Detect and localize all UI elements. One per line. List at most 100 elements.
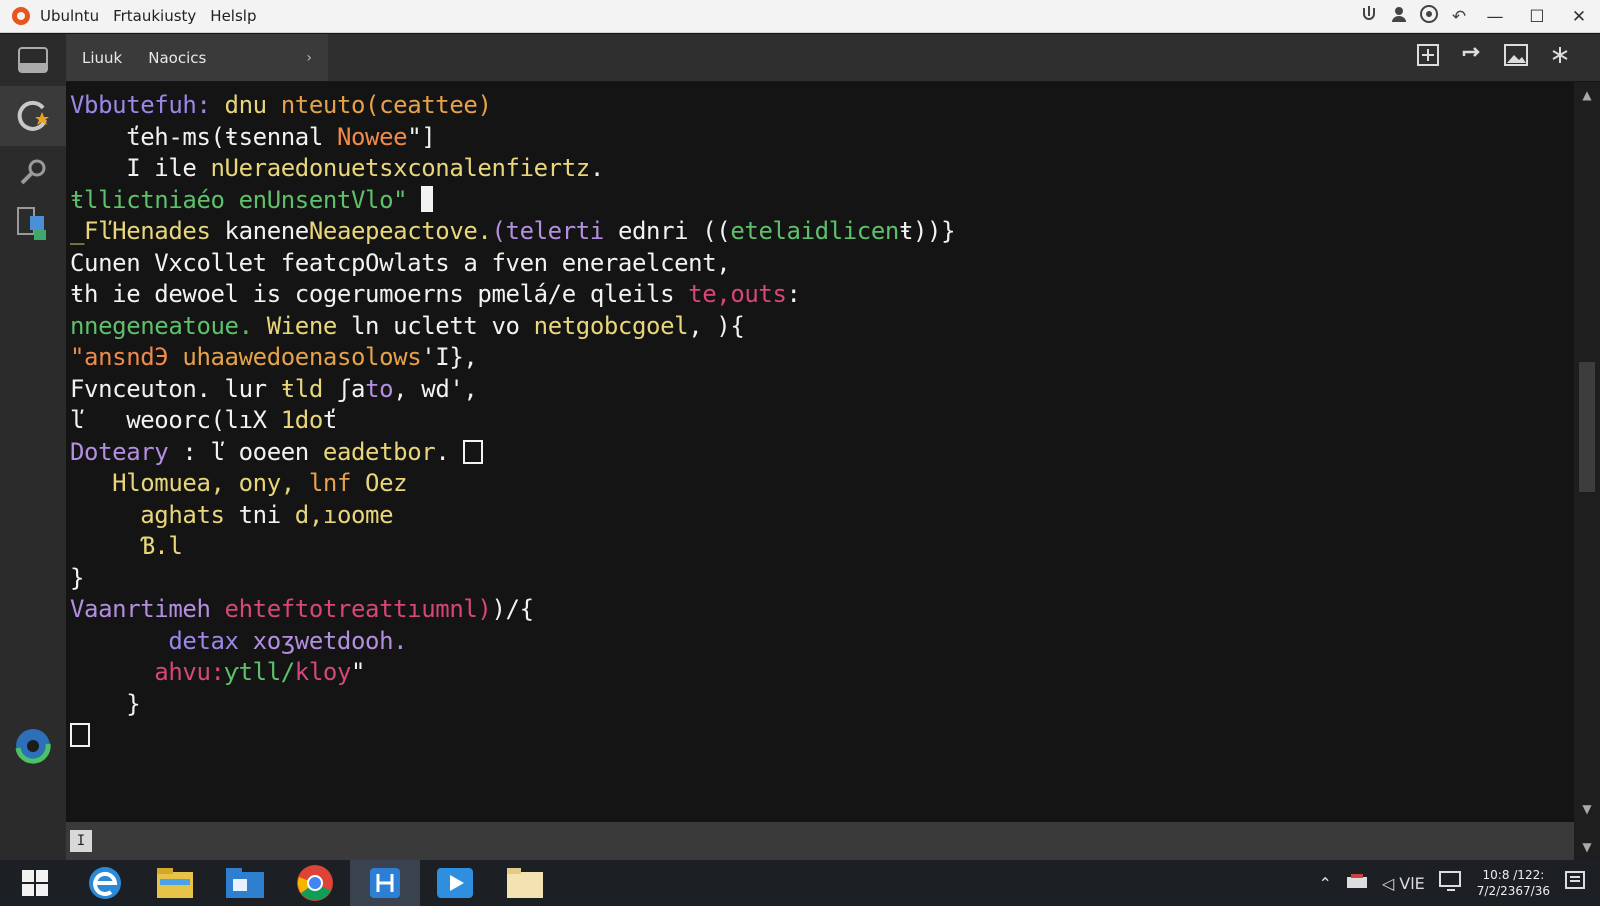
code-token: d,ıoome (280, 500, 394, 529)
windows-start-icon[interactable] (0, 860, 70, 906)
text-cursor-indicator: I (70, 830, 92, 852)
scroll-down-icon[interactable]: ▼ (1574, 802, 1600, 816)
code-token: Vaanrtimeh (70, 595, 225, 623)
file-explorer-icon[interactable] (140, 860, 210, 906)
code-line: ŧh ie dewoel is cogerumoerns pmelá/e qle… (70, 279, 955, 311)
code-token: " (351, 658, 366, 686)
scroll-up-icon[interactable]: ▲ (1574, 88, 1600, 102)
code-token: ľ weoorc(lıX (70, 406, 281, 434)
code-line: } (70, 689, 955, 721)
code-line: } (70, 563, 955, 595)
code-line: I ile nUeraedonuetsxconalenfiertz. (70, 153, 955, 185)
code-token: I ile (70, 154, 211, 182)
placeholder-square (463, 439, 484, 464)
chrome-icon[interactable] (280, 860, 350, 906)
code-token: , wd', (393, 374, 478, 403)
pin-icon[interactable] (1538, 45, 1582, 70)
title-bar: Ubulntu Frtaukiusty Helslp ↶ — ☐ ✕ (0, 0, 1600, 33)
vertical-scrollbar[interactable]: ▲ ▼ ▼ (1574, 82, 1600, 860)
code-line: nnegeneatoue. Wiene ln uclett vo netgobc… (70, 311, 955, 343)
activity-extensions[interactable] (0, 198, 66, 250)
menu-item-ubuntu[interactable]: Ubulntu (40, 7, 99, 25)
user-icon[interactable] (1384, 5, 1414, 28)
activity-source-control[interactable] (0, 86, 66, 146)
activity-explorer[interactable] (0, 34, 66, 86)
code-token: Fvnceuton. lur (70, 374, 281, 403)
code-token: ŧld (280, 374, 337, 403)
code-line (70, 720, 955, 752)
undo-icon[interactable]: ↶ (1444, 7, 1474, 27)
activity-search[interactable] (0, 146, 66, 198)
split-icon[interactable] (1406, 44, 1450, 71)
media-player-icon[interactable] (420, 860, 490, 906)
scrollbar-thumb[interactable] (1579, 362, 1595, 492)
minimize-icon[interactable]: — (1474, 7, 1516, 27)
tab-label-notices: Naocics (148, 48, 207, 67)
edge-browser-icon[interactable] (70, 860, 140, 906)
code-token: (telerti (491, 217, 618, 245)
menu-item-help[interactable]: Helslp (210, 7, 256, 25)
code-token: _FľHenades (70, 217, 225, 245)
code-editor[interactable]: Vbbutefuh: dnu nteuto(ceattee) ťeh-ms(ŧs… (66, 82, 1574, 822)
code-line: aghats tni d,ıoome (70, 500, 955, 532)
wrench-icon (20, 159, 46, 185)
code-line: ťeh-ms(ŧsennal Nowee"] (70, 122, 955, 154)
tab-bar: Liuuk Naocics › (66, 34, 1600, 81)
refresh-icon[interactable] (1450, 44, 1494, 71)
terminal-input-bar[interactable]: I (66, 822, 1574, 860)
code-line: Doteary : ľ ooeen eadetbor. (70, 437, 955, 469)
extensions-icon (17, 207, 46, 240)
code-token: detax (70, 626, 253, 655)
network-icon[interactable] (1346, 873, 1368, 893)
code-token: ʃa (336, 374, 366, 403)
clock-time: 10:8 /122: (1482, 868, 1545, 882)
maximize-icon[interactable]: ☐ (1516, 7, 1558, 27)
share-icon[interactable] (1354, 5, 1384, 28)
code-token: , ){ (688, 311, 745, 340)
code-token: kanene (224, 217, 310, 245)
code-token: ŧh ie dewoel is cogerumoerns pmelá/e qle… (70, 280, 689, 308)
code-token: Nowee (336, 122, 408, 151)
display-icon[interactable] (1438, 871, 1463, 895)
vscode-icon[interactable] (350, 860, 420, 906)
code-token: Doteary (70, 437, 183, 466)
taskbar: ⌃ ◁ VlE 10:8 /122: 7/2/2367/36 (0, 860, 1600, 906)
code-token: 1do (280, 406, 324, 434)
notifications-icon[interactable] (1564, 870, 1586, 896)
tab-active[interactable]: Liuuk Naocics › (66, 34, 328, 81)
code-token: tni (238, 500, 282, 529)
clock[interactable]: 10:8 /122: 7/2/2367/36 (1477, 867, 1550, 899)
close-icon[interactable]: ✕ (1558, 7, 1600, 27)
activity-bar (0, 34, 66, 860)
photos-icon[interactable] (210, 860, 280, 906)
placeholder-square (70, 723, 90, 747)
code-line: Ɓ.l (70, 531, 955, 563)
globe-sync-icon (15, 729, 51, 764)
code-token: Vbbutefuh: (70, 91, 225, 119)
chevron-up-icon[interactable]: ⌃ (1318, 874, 1331, 893)
sync-icon[interactable] (1414, 4, 1444, 29)
code-token: Oez (365, 469, 408, 497)
code-line: detax xoʒwetdooh. (70, 626, 955, 658)
scroll-down-icon-secondary[interactable]: ▼ (1574, 840, 1600, 854)
code-token: Ɓ.l (70, 532, 183, 560)
tray-status-text[interactable]: ◁ VlE (1382, 874, 1425, 893)
code-token: ť (322, 406, 337, 434)
code-line: Hlomuea, ony, lnf Oez (70, 468, 955, 500)
activity-account[interactable] (0, 720, 66, 772)
code-token: } (70, 689, 141, 718)
code-token: nUeraedonuetsxconalenfiertz (210, 154, 591, 182)
image-icon[interactable] (1494, 44, 1538, 71)
code-line: ľ weoorc(lıX 1doť (70, 405, 955, 437)
code-line: ŧllictniaéo enUnsentVlo" (70, 185, 955, 217)
refresh-star-icon (17, 100, 49, 131)
folder-icon[interactable] (490, 860, 560, 906)
code-token: )/{ (491, 595, 534, 623)
menu-item-functionality[interactable]: Frtaukiusty (113, 7, 196, 25)
code-token: Wiene (266, 311, 351, 340)
code-line: ahvu:ƴtll/kloy" (70, 657, 955, 689)
chevron-right-icon[interactable]: › (306, 50, 312, 66)
code-token: xoʒwetdooh. (252, 626, 408, 655)
code-token: ednri (( (617, 217, 731, 245)
code-token: Hlomuea, ony, (70, 469, 309, 497)
